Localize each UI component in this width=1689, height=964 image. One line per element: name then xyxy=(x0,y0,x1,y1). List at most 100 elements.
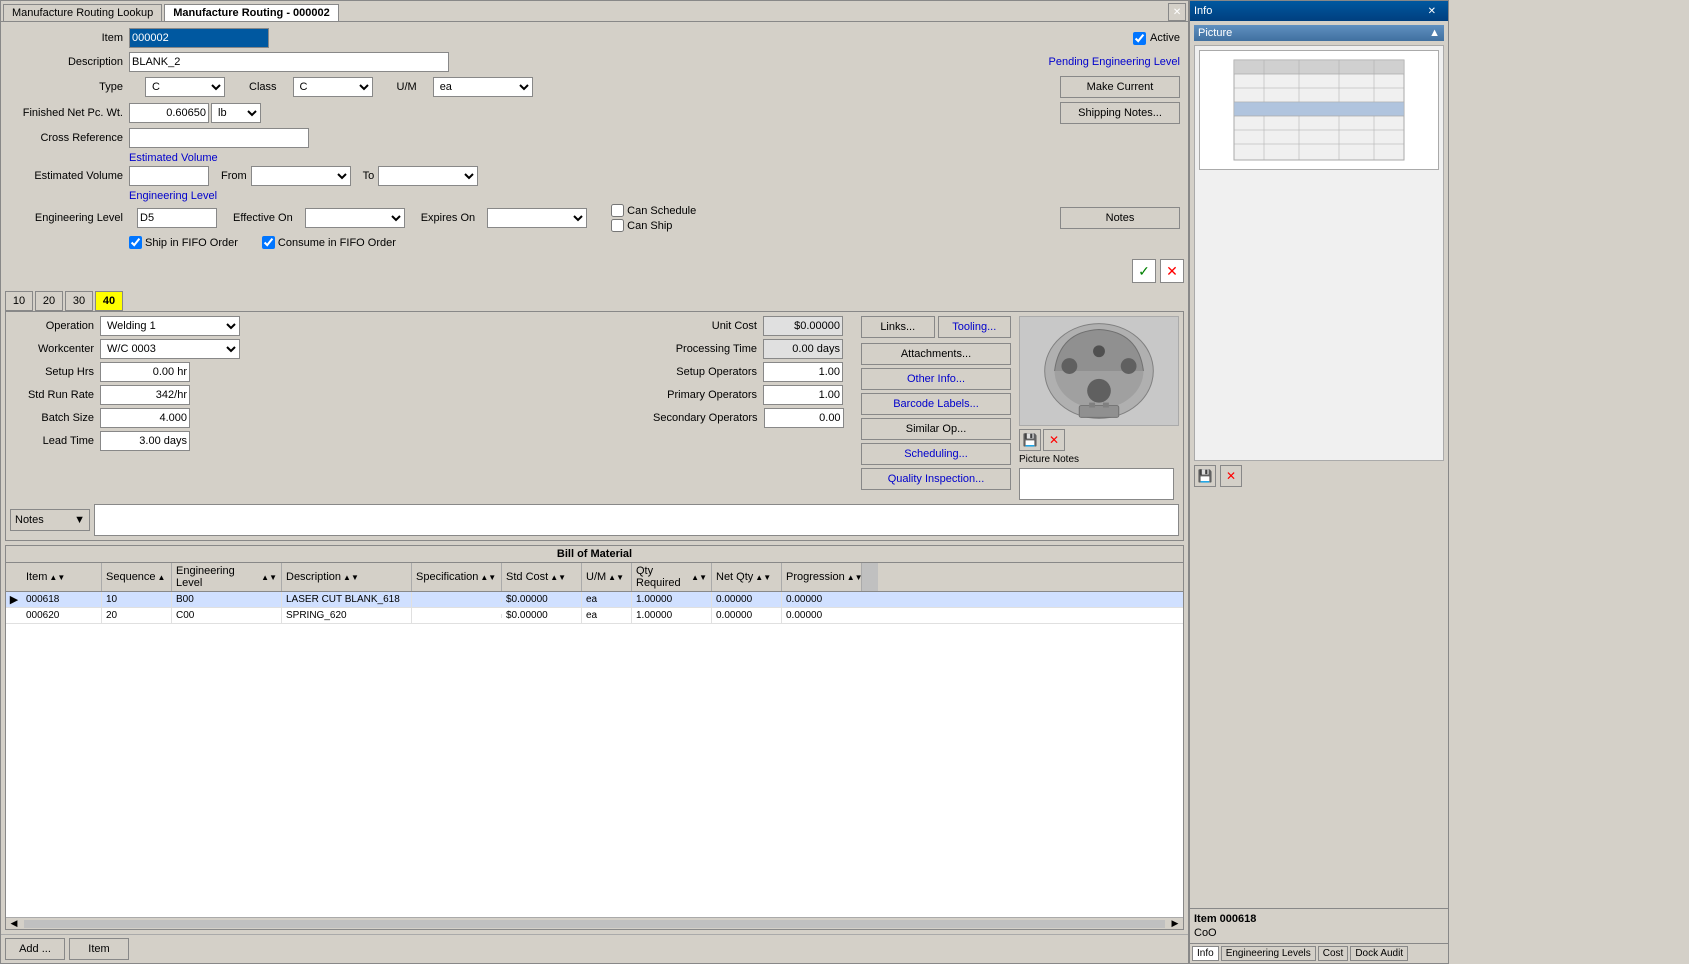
from-select[interactable] xyxy=(251,166,351,186)
cross-ref-input[interactable] xyxy=(129,128,309,148)
active-checkbox[interactable] xyxy=(1133,32,1146,45)
info-panel-title: Info xyxy=(1194,5,1212,17)
col-netqty-header[interactable]: Net Qty ▲▼ xyxy=(712,563,782,591)
notes-dropdown-button[interactable]: Notes ▼ xyxy=(10,509,90,531)
um-select[interactable]: ea xyxy=(433,77,533,97)
setup-ops-label: Setup Operators xyxy=(653,366,763,378)
can-schedule-row: Can Schedule xyxy=(611,204,696,217)
header-notes-button[interactable]: Notes xyxy=(1060,207,1180,229)
col-seq-header[interactable]: Sequence ▲ xyxy=(102,563,172,591)
similar-op-button[interactable]: Similar Op... xyxy=(861,418,1011,440)
shipping-notes-button[interactable]: Shipping Notes... xyxy=(1060,102,1180,124)
info-save-icon[interactable]: 💾 xyxy=(1194,465,1216,487)
info-picture-svg xyxy=(1229,55,1409,165)
notes-textarea[interactable] xyxy=(94,504,1179,536)
col-prog-header[interactable]: Progression ▲▼ xyxy=(782,563,862,591)
col-um-header[interactable]: U/M ▲▼ xyxy=(582,563,632,591)
eng-level-input[interactable] xyxy=(137,208,217,228)
class-select[interactable]: C xyxy=(293,77,373,97)
item-input[interactable] xyxy=(129,28,269,48)
to-select[interactable] xyxy=(378,166,478,186)
workcenter-label: Workcenter xyxy=(10,343,100,355)
setup-hrs-input[interactable] xyxy=(100,362,190,382)
info-picture-display xyxy=(1194,45,1444,461)
scroll-right[interactable]: ▶ xyxy=(1167,918,1183,929)
lead-label: Lead Time xyxy=(10,435,100,447)
processing-label: Processing Time xyxy=(653,343,763,355)
bom-netqty-1: 0.00000 xyxy=(712,592,782,607)
type-select[interactable]: C xyxy=(145,77,225,97)
main-close-button[interactable]: ✕ xyxy=(1168,3,1186,21)
info-tab-dock-audit[interactable]: Dock Audit xyxy=(1350,946,1408,961)
secondary-ops-label: Secondary Operators xyxy=(653,412,764,424)
ship-fifo-label: Ship in FIFO Order xyxy=(145,237,238,249)
item-button[interactable]: Item xyxy=(69,938,129,960)
quality-button[interactable]: Quality Inspection... xyxy=(861,468,1011,490)
tab-lookup[interactable]: Manufacture Routing Lookup xyxy=(3,4,162,21)
type-label: Type xyxy=(9,81,129,93)
estimated-volume-link[interactable]: Estimated Volume xyxy=(129,152,218,164)
effective-on-select[interactable] xyxy=(305,208,405,228)
finished-input[interactable] xyxy=(129,103,209,123)
ship-fifo-checkbox[interactable] xyxy=(129,236,142,249)
table-row[interactable]: 000620 20 C00 SPRING_620 $0.00000 ea 1.0… xyxy=(6,608,1183,624)
picture-notes-textarea[interactable] xyxy=(1019,468,1174,500)
batch-input[interactable] xyxy=(100,408,190,428)
col-desc-header[interactable]: Description ▲▼ xyxy=(282,563,412,591)
attachments-button[interactable]: Attachments... xyxy=(861,343,1011,365)
info-tab-eng-levels[interactable]: Engineering Levels xyxy=(1221,946,1316,961)
picture-save-icon[interactable]: 💾 xyxy=(1019,429,1041,451)
description-input[interactable] xyxy=(129,52,449,72)
primary-ops-input[interactable] xyxy=(763,385,843,405)
col-spec-header[interactable]: Specification ▲▼ xyxy=(412,563,502,591)
bom-column-headers: Item ▲▼ Sequence ▲ Engineering Level ▲▼ … xyxy=(6,563,1183,592)
setup-ops-input[interactable] xyxy=(763,362,843,382)
num-tab-40[interactable]: 40 xyxy=(95,291,123,311)
secondary-ops-input[interactable] xyxy=(764,408,844,428)
bom-prog-2: 0.00000 xyxy=(782,608,862,623)
num-tab-10[interactable]: 10 xyxy=(5,291,33,311)
scheduling-button[interactable]: Scheduling... xyxy=(861,443,1011,465)
links-button[interactable]: Links... xyxy=(861,316,935,338)
picture-delete-icon[interactable]: ✕ xyxy=(1043,429,1065,451)
make-current-button[interactable]: Make Current xyxy=(1060,76,1180,98)
std-run-label: Std Run Rate xyxy=(10,389,100,401)
barcode-button[interactable]: Barcode Labels... xyxy=(861,393,1011,415)
pending-eng-link[interactable]: Pending Engineering Level xyxy=(1049,56,1181,68)
cancel-button[interactable]: ✕ xyxy=(1160,259,1184,283)
other-info-button[interactable]: Other Info... xyxy=(861,368,1011,390)
ship-fifo-row: Ship in FIFO Order xyxy=(129,236,238,249)
bom-eng-1: B00 xyxy=(172,592,282,607)
operation-select[interactable]: Welding 1 xyxy=(100,316,240,336)
num-tab-30[interactable]: 30 xyxy=(65,291,93,311)
est-vol-input[interactable] xyxy=(129,166,209,186)
can-ship-checkbox[interactable] xyxy=(611,219,624,232)
can-schedule-label: Can Schedule xyxy=(627,205,696,217)
table-row[interactable]: ▶ 000618 10 B00 LASER CUT BLANK_618 $0.0… xyxy=(6,592,1183,608)
info-delete-icon[interactable]: ✕ xyxy=(1220,465,1242,487)
num-tab-20[interactable]: 20 xyxy=(35,291,63,311)
confirm-button[interactable]: ✓ xyxy=(1132,259,1156,283)
col-qty-header[interactable]: Qty Required ▲▼ xyxy=(632,563,712,591)
lead-input[interactable] xyxy=(100,431,190,451)
expires-on-select[interactable] xyxy=(487,208,587,228)
info-tab-cost[interactable]: Cost xyxy=(1318,946,1349,961)
can-schedule-checkbox[interactable] xyxy=(611,204,624,217)
col-cost-header[interactable]: Std Cost ▲▼ xyxy=(502,563,582,591)
col-item-header[interactable]: Item ▲▼ xyxy=(22,563,102,591)
info-close-button[interactable]: ✕ xyxy=(1420,0,1444,22)
scroll-left[interactable]: ◀ xyxy=(6,918,22,929)
bom-seq-1: 10 xyxy=(102,592,172,607)
tab-routing[interactable]: Manufacture Routing - 000002 xyxy=(164,4,338,21)
info-picture-header[interactable]: Picture ▲ xyxy=(1194,25,1444,41)
engineering-level-link[interactable]: Engineering Level xyxy=(129,190,217,202)
tooling-button[interactable]: Tooling... xyxy=(938,316,1012,338)
workcenter-select[interactable]: W/C 0003 xyxy=(100,339,240,359)
col-eng-header[interactable]: Engineering Level ▲▼ xyxy=(172,563,282,591)
weight-unit-select[interactable]: lb xyxy=(211,103,261,123)
std-run-input[interactable] xyxy=(100,385,190,405)
item-detail-label: Item 000618 xyxy=(1194,913,1256,925)
consume-fifo-checkbox[interactable] xyxy=(262,236,275,249)
info-tab-info[interactable]: Info xyxy=(1192,946,1219,961)
add-button[interactable]: Add ... xyxy=(5,938,65,960)
